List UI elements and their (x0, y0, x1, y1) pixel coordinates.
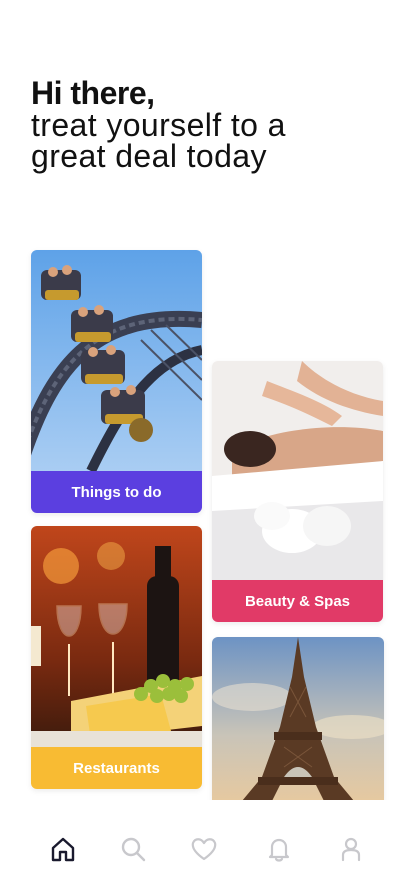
heart-icon (191, 838, 217, 861)
user-icon (341, 837, 361, 862)
tab-favorites[interactable] (189, 834, 219, 864)
greeting: Hi there, treat yourself to a great deal… (31, 76, 391, 172)
greeting-line-2: great deal today (31, 138, 267, 174)
tab-notifications[interactable] (264, 834, 294, 864)
tab-profile[interactable] (336, 834, 366, 864)
category-card-travel[interactable] (212, 637, 384, 801)
category-label: Beauty & Spas (212, 580, 383, 622)
bell-icon (268, 838, 290, 862)
tab-search[interactable] (118, 834, 148, 864)
greeting-title: Hi there, (31, 75, 155, 111)
search-icon (121, 837, 146, 862)
category-label: Restaurants (31, 747, 202, 789)
eiffel-tower-image (212, 637, 384, 801)
rollercoaster-image (31, 250, 202, 471)
category-card-beauty-spas[interactable]: Beauty & Spas (212, 361, 383, 622)
tab-home[interactable] (48, 834, 78, 864)
massage-image (212, 361, 383, 581)
category-card-things-to-do[interactable]: Things to do (31, 250, 202, 513)
greeting-line-1: treat yourself to a (31, 107, 286, 143)
tab-bar (0, 800, 414, 896)
home-icon (51, 837, 75, 862)
category-card-restaurants[interactable]: Restaurants (31, 526, 202, 789)
category-label: Things to do (31, 471, 202, 513)
wine-and-cheese-image (31, 526, 202, 748)
screen: Hi there, treat yourself to a great deal… (0, 0, 414, 896)
